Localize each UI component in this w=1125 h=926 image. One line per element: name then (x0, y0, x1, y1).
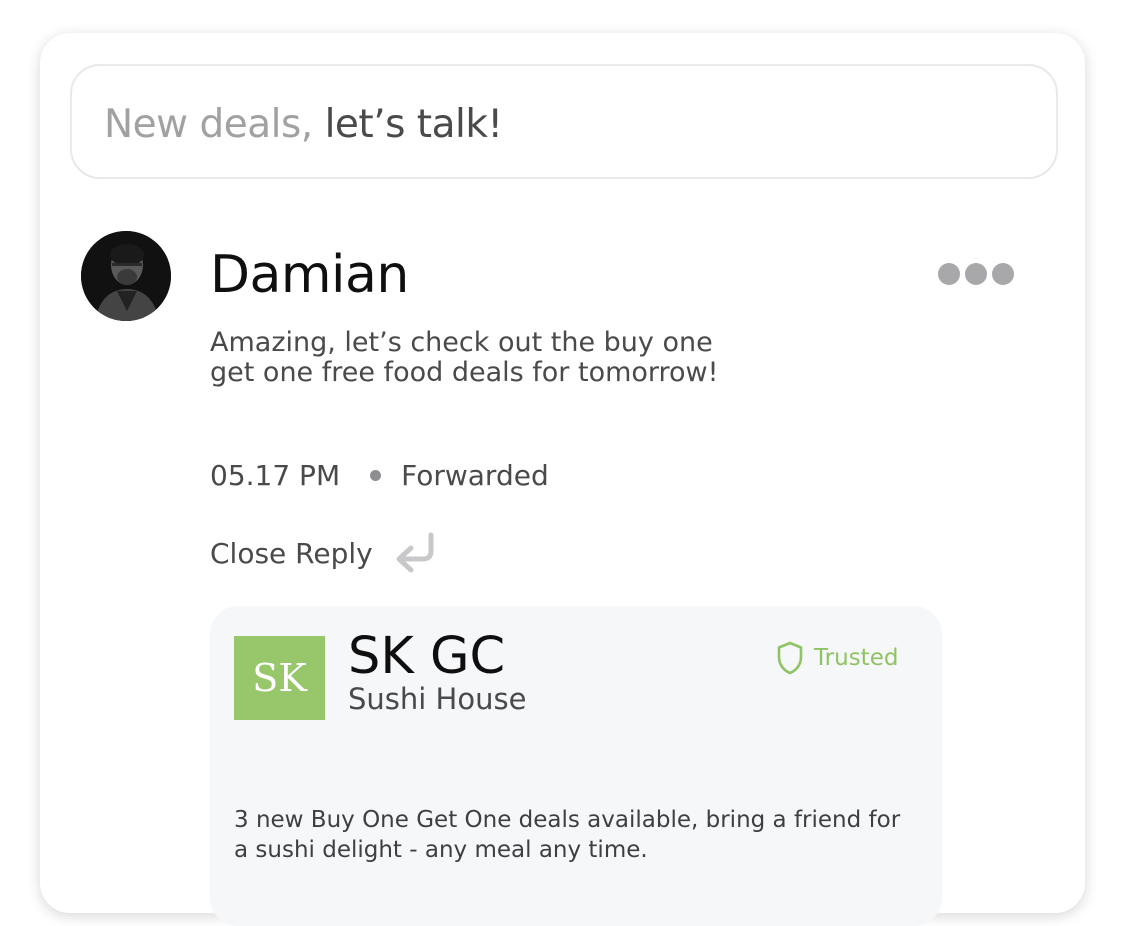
merchant-name: SK GC (348, 627, 506, 686)
input-placeholder-prefix: New deals, (104, 102, 313, 147)
shield-icon (777, 641, 803, 675)
reply-arrow-icon (396, 532, 434, 573)
message-input[interactable]: New deals, let’s talk! (70, 64, 1058, 179)
separator-dot (370, 469, 382, 481)
ellipsis-dot (992, 263, 1014, 285)
avatar[interactable] (81, 231, 171, 321)
message-body: Amazing, let’s check out the buy one get… (210, 327, 719, 388)
message-timestamp: 05.17 PM (210, 458, 341, 492)
conversation-card: New deals, let’s talk! Damian Amazing, l… (40, 33, 1085, 926)
ellipsis-dot (965, 263, 987, 285)
forwarded-deal-card[interactable]: SK SK GC Sushi House Trusted 3 new Buy O… (210, 606, 942, 926)
trusted-badge: Trusted (776, 640, 898, 676)
input-placeholder-emphasis: let’s talk! (324, 102, 503, 147)
message-meta: 05.17 PM Forwarded (210, 457, 549, 493)
merchant-subtitle: Sushi House (348, 682, 527, 716)
user-avatar-icon (81, 231, 171, 321)
sender-name: Damian (210, 245, 409, 305)
message-status: Forwarded (401, 458, 549, 492)
message-input-text: New deals, let’s talk! (104, 102, 503, 148)
merchant-logo: SK (234, 636, 325, 720)
ellipsis-dot (938, 263, 960, 285)
more-options-button[interactable] (938, 257, 1018, 291)
close-reply-label: Close Reply (210, 536, 373, 570)
trusted-label: Trusted (814, 645, 899, 671)
deal-description: 3 new Buy One Get One deals available, b… (234, 807, 901, 863)
close-reply-button[interactable]: Close Reply (210, 529, 443, 577)
